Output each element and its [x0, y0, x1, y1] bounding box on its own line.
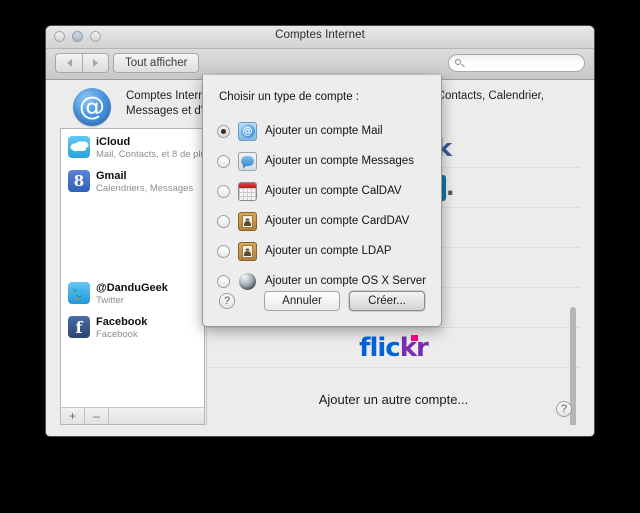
option-label: Ajouter un compte LDAP — [265, 245, 392, 257]
accounts-list: iCloud Mail, Contacts, et 8 de plus 8 Gm… — [61, 129, 204, 346]
add-account-button[interactable]: + — [61, 408, 85, 424]
dialog-title: Choisir un type de compte : — [219, 91, 359, 103]
account-name: iCloud — [96, 136, 131, 148]
account-meta: Facebook Facebook — [96, 316, 147, 341]
account-meta: iCloud Mail, Contacts, et 8 de plus — [96, 136, 205, 161]
search-field[interactable] — [448, 54, 585, 72]
icloud-icon — [68, 136, 90, 158]
gmail-icon: 8 — [68, 170, 90, 192]
option-label: Ajouter un compte Mail — [265, 125, 383, 137]
navigation-buttons — [55, 53, 109, 73]
at-sign-icon: @ — [73, 88, 111, 126]
account-meta: @DanduGeek Twitter — [96, 282, 168, 307]
option-mail[interactable]: @ Ajouter un compte Mail — [217, 116, 431, 146]
calendar-icon — [238, 181, 257, 201]
account-type-dialog: Choisir un type de compte : @ Ajouter un… — [202, 75, 442, 327]
cancel-button[interactable]: Annuler — [264, 291, 340, 311]
option-ldap[interactable]: Ajouter un compte LDAP — [217, 236, 431, 266]
add-other-account-label[interactable]: Ajouter un autre compte... — [207, 392, 580, 407]
service-row-flickr[interactable]: flickr — [207, 328, 580, 368]
facebook-glyph: f — [75, 317, 83, 337]
twitter-icon: 🐦 — [68, 282, 90, 304]
option-messages[interactable]: Ajouter un compte Messages — [217, 146, 431, 176]
chevron-left-icon — [66, 59, 72, 67]
mail-icon: @ — [238, 121, 257, 141]
desktop-background: Comptes Internet Tout afficher @ Comptes… — [0, 0, 640, 513]
option-carddav[interactable]: Ajouter un compte CardDAV — [217, 206, 431, 236]
search-icon — [455, 58, 464, 68]
system-preferences-window: Comptes Internet Tout afficher @ Comptes… — [45, 25, 595, 437]
list-item[interactable]: f Facebook Facebook — [61, 312, 204, 346]
show-all-button[interactable]: Tout afficher — [113, 53, 200, 73]
option-label: Ajouter un compte CalDAV — [265, 185, 402, 197]
radio-button-caldav[interactable] — [217, 184, 230, 198]
account-detail: Mail, Contacts, et 8 de plus — [96, 149, 205, 160]
account-name: Facebook — [96, 316, 148, 328]
radio-button-carddav[interactable] — [217, 214, 230, 228]
option-label: Ajouter un compte Messages — [265, 155, 414, 167]
twitter-glyph: 🐦 — [70, 285, 88, 301]
search-input[interactable] — [467, 56, 581, 70]
radio-button-ldap[interactable] — [217, 244, 230, 258]
contacts-icon — [238, 241, 257, 261]
remove-account-button[interactable]: – — [85, 408, 109, 424]
help-button[interactable]: ? — [556, 401, 572, 417]
list-item[interactable]: iCloud Mail, Contacts, et 8 de plus — [61, 132, 204, 166]
window-titlebar: Comptes Internet — [46, 26, 594, 49]
list-item[interactable]: 8 Gmail Calendriers, Messages — [61, 166, 204, 200]
account-type-options: @ Ajouter un compte Mail Ajouter un comp… — [217, 116, 431, 296]
dialog-help-button[interactable]: ? — [219, 293, 235, 309]
account-detail: Facebook — [96, 329, 138, 340]
radio-button-mail[interactable] — [217, 124, 230, 138]
create-button[interactable]: Créer... — [349, 291, 425, 311]
account-name: Gmail — [96, 170, 127, 182]
back-button[interactable] — [55, 53, 82, 73]
gmail-glyph: 8 — [73, 172, 85, 190]
list-item[interactable]: 🐦 @DanduGeek Twitter — [61, 278, 204, 312]
window-title: Comptes Internet — [275, 29, 365, 41]
contacts-icon — [238, 211, 257, 231]
account-detail: Calendriers, Messages — [96, 183, 194, 194]
sidebar-footer: + – — [60, 407, 205, 425]
dialog-footer: ? Annuler Créer... — [203, 282, 441, 326]
radio-button-messages[interactable] — [217, 154, 230, 168]
accounts-sidebar[interactable]: iCloud Mail, Contacts, et 8 de plus 8 Gm… — [60, 128, 205, 425]
vertical-scrollbar[interactable] — [569, 132, 577, 425]
account-name: @DanduGeek — [96, 282, 168, 294]
flickr-logo: flickr — [359, 332, 429, 363]
forward-button[interactable] — [82, 53, 109, 73]
chevron-right-icon — [93, 59, 98, 67]
account-detail: Twitter — [96, 295, 124, 306]
option-label: Ajouter un compte CardDAV — [265, 215, 410, 227]
facebook-icon: f — [68, 316, 90, 338]
option-caldav[interactable]: Ajouter un compte CalDAV — [217, 176, 431, 206]
messages-icon — [238, 151, 257, 171]
account-meta: Gmail Calendriers, Messages — [96, 170, 193, 195]
